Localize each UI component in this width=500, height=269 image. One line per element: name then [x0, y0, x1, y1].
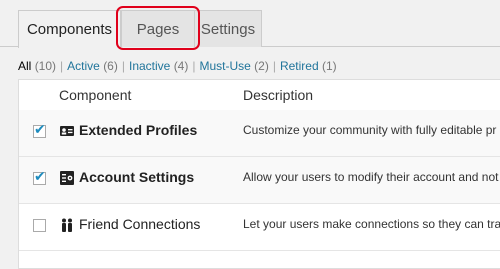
filter-must-use[interactable]: Must-Use (2) [199, 59, 268, 73]
table-row: ✔ Account Settings Allow your users to m… [19, 157, 500, 204]
column-header-component: Component [59, 87, 132, 103]
filter-all-label: All [18, 59, 32, 73]
components-table: Component Description ✔ Extended Profile… [18, 79, 500, 269]
table-row: ✔ Extended Profiles Customize your commu… [19, 110, 500, 157]
filter-separator: | [192, 59, 196, 73]
row-checkbox[interactable] [33, 219, 46, 232]
component-name: Extended Profiles [79, 122, 198, 138]
filter-separator: | [60, 59, 64, 73]
pages-tab-highlight [116, 6, 200, 50]
friends-icon [62, 218, 72, 232]
table-header: Component Description [19, 80, 500, 111]
filter-inactive-count: (4) [173, 59, 189, 73]
row-checkbox[interactable]: ✔ [33, 121, 46, 138]
checkmark-icon: ✔ [34, 121, 46, 137]
component-name: Account Settings [79, 169, 195, 185]
table-row: Friend Connections Let your users make c… [19, 204, 500, 251]
tab-components[interactable]: Components [18, 10, 121, 48]
filter-retired-label: Retired [279, 59, 319, 73]
filter-active[interactable]: Active (6) [67, 59, 118, 73]
row-checkbox[interactable]: ✔ [33, 168, 46, 185]
component-description: Customize your community with fully edit… [243, 123, 497, 137]
filter-retired[interactable]: Retired (1) [280, 59, 337, 73]
column-header-description: Description [243, 87, 314, 103]
filter-must-use-count: (2) [254, 59, 269, 73]
id-card-icon [60, 126, 74, 136]
component-name: Friend Connections [79, 216, 201, 232]
component-description: Let your users make connections so they … [243, 217, 500, 231]
component-description: Allow your users to modify their account… [243, 170, 499, 184]
tab-settings[interactable]: Settings [194, 10, 262, 47]
component-tabs: Components Pages Settings [0, 0, 500, 50]
checkmark-icon: ✔ [34, 168, 46, 184]
filter-all[interactable]: All (10) [18, 59, 56, 73]
filter-separator: | [121, 59, 125, 73]
filter-must-use-label: Must-Use [199, 59, 251, 73]
filter-active-count: (6) [103, 59, 118, 73]
filter-inactive-label: Inactive [128, 59, 171, 73]
status-filters: All (10) | Active (6) | Inactive (4) | Must-Us… [18, 59, 337, 73]
filter-all-count: (10) [34, 59, 57, 73]
filter-retired-count: (1) [322, 59, 337, 73]
filter-separator: | [272, 59, 276, 73]
filter-active-label: Active [67, 59, 100, 73]
filter-inactive[interactable]: Inactive (4) [129, 59, 188, 73]
account-settings-icon [60, 171, 74, 185]
